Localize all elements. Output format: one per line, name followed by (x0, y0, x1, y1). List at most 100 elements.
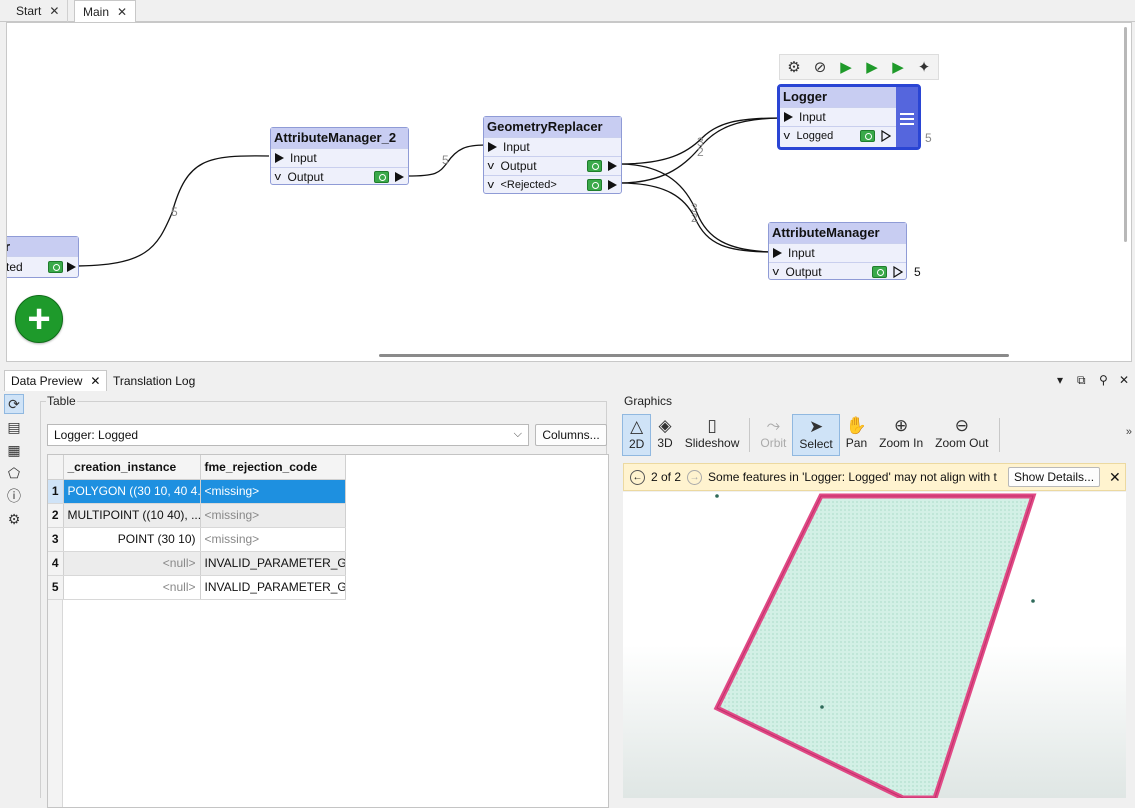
table-row[interactable]: 5 <null> INVALID_PARAMETER_G... (48, 575, 346, 600)
zoom-out-button[interactable]: ⊖ Zoom Out (929, 414, 994, 456)
close-icon[interactable]: ✕ (90, 374, 100, 388)
close-pane-icon[interactable]: ✕ (1119, 373, 1129, 387)
input-port[interactable]: Input (769, 243, 906, 262)
inspect-eye-icon[interactable] (587, 179, 602, 191)
close-icon[interactable]: ✕ (117, 5, 127, 19)
output-port[interactable]: v Output (484, 156, 621, 175)
transformer-partial[interactable]: r ted (7, 236, 79, 278)
table-cell[interactable]: POLYGON ((30 10, 40 4... (63, 479, 201, 504)
transformer-logger[interactable]: Logger Input v Logged (777, 84, 921, 150)
input-port[interactable]: Input (484, 137, 621, 156)
geometry-icon[interactable]: ⬠ (4, 463, 24, 483)
chevron-down-icon[interactable]: ⌵ (514, 428, 522, 441)
vertical-scrollbar[interactable] (1124, 27, 1127, 242)
canvas-area[interactable]: 5 5 3 2 3 2 r ted AttributeManager_2 Inp… (7, 23, 1117, 348)
table-cell[interactable]: INVALID_PARAMETER_G... (200, 551, 346, 576)
chevron-down-icon[interactable]: v (274, 171, 281, 183)
inspect-eye-icon[interactable] (374, 171, 389, 183)
previous-notice-icon[interactable]: ← (630, 469, 645, 485)
output-arrow-icon[interactable] (67, 262, 76, 272)
orbit-button[interactable]: ⤳ Orbit (754, 414, 792, 456)
column-header[interactable]: _creation_instance (63, 455, 201, 480)
transformer-attributemanager-2[interactable]: AttributeManager_2 Input v Output (270, 127, 409, 185)
tab-translation-log[interactable]: Translation Log (107, 370, 201, 391)
toolbar-overflow-icon[interactable]: » (1126, 426, 1132, 438)
output-arrow-icon[interactable] (608, 180, 617, 190)
view-3d-button[interactable]: ◈ 3D (651, 414, 678, 456)
disable-icon[interactable]: ⊘ (810, 57, 830, 77)
output-port[interactable]: v Output (271, 167, 408, 186)
pin-icon[interactable]: ⚲ (1099, 373, 1108, 387)
table-cell[interactable]: POINT (30 10) (63, 527, 201, 552)
tab-main[interactable]: Main ✕ (74, 0, 137, 23)
graphics-view[interactable] (623, 492, 1126, 798)
table-cell[interactable]: MULTIPOINT ((10 40), ... (63, 503, 201, 528)
table-cell[interactable]: <missing> (200, 479, 346, 504)
workspace-canvas[interactable]: 5 5 3 2 3 2 r ted AttributeManager_2 Inp… (6, 22, 1132, 362)
gear-icon[interactable]: ⚙ (784, 57, 804, 77)
zoom-in-button[interactable]: ⊕ Zoom In (873, 414, 929, 456)
table-icon[interactable]: ▦ (4, 440, 24, 460)
table-cell[interactable]: <missing> (200, 503, 346, 528)
show-details-button[interactable]: Show Details... (1008, 467, 1101, 487)
run-just-this-icon[interactable]: ▶ (888, 57, 908, 77)
table-cell[interactable]: <null> (63, 575, 201, 600)
output-arrow-icon[interactable] (893, 266, 903, 278)
run-to-this-icon[interactable]: ▶ (836, 57, 856, 77)
close-icon[interactable]: ✕ (1109, 469, 1121, 486)
tab-data-preview[interactable]: Data Preview ✕ (4, 370, 108, 391)
chevron-down-icon[interactable]: v (487, 179, 494, 191)
chevron-down-icon[interactable]: v (487, 160, 494, 172)
point-feature[interactable] (820, 705, 824, 709)
add-transformer-button[interactable]: + (15, 295, 63, 343)
point-feature[interactable] (715, 494, 719, 498)
float-pane-icon[interactable]: ⧉ (1077, 373, 1086, 388)
table-row[interactable]: 1 POLYGON ((30 10, 40 4... <missing> (48, 479, 346, 504)
feature-cache-selector[interactable]: Logger: Logged ⌵ (47, 424, 529, 446)
table-cell[interactable]: INVALID_PARAMETER_G... (200, 575, 346, 600)
table-row[interactable]: 2 MULTIPOINT ((10 40), ... <missing> (48, 503, 346, 528)
transformer-attributemanager[interactable]: AttributeManager Input v Output (768, 222, 907, 280)
close-icon[interactable]: ✕ (49, 4, 59, 18)
next-notice-icon[interactable]: → (687, 469, 703, 485)
sparkle-icon[interactable]: ✦ (914, 57, 934, 77)
table-cell[interactable]: <null> (63, 551, 201, 576)
table-row[interactable]: 3 POINT (30 10) <missing> (48, 527, 346, 552)
columns-button[interactable]: Columns... (535, 424, 607, 446)
logged-port[interactable]: v Logged (780, 126, 896, 145)
chevron-down-icon[interactable]: v (783, 130, 790, 142)
column-header[interactable]: fme_rejection_code (200, 455, 346, 480)
table-row[interactable]: 4 <null> INVALID_PARAMETER_G... (48, 551, 346, 576)
output-arrow-icon[interactable] (881, 130, 891, 142)
slideshow-button[interactable]: ▯ Slideshow (679, 414, 746, 456)
transformer-geometryreplacer[interactable]: GeometryReplacer Input v Output v <Rejec… (483, 116, 622, 194)
transformer-side-panel[interactable] (896, 87, 918, 147)
inspect-eye-icon[interactable] (48, 261, 63, 273)
run-from-this-icon[interactable]: ▶ (862, 57, 882, 77)
feature-inspect-icon[interactable]: ⟳ (4, 394, 24, 414)
inspect-eye-icon[interactable] (872, 266, 887, 278)
output-port[interactable]: ted (7, 256, 78, 277)
output-arrow-icon[interactable] (608, 161, 617, 171)
point-feature[interactable] (1031, 599, 1035, 603)
chevron-down-icon[interactable]: v (772, 266, 779, 278)
info-icon[interactable]: ⓘ (4, 486, 24, 506)
rejected-port[interactable]: v <Rejected> (484, 175, 621, 194)
inspect-eye-icon[interactable] (587, 160, 602, 172)
horizontal-scrollbar[interactable] (379, 354, 1009, 357)
feature-info-icon[interactable]: ⚙ (4, 509, 24, 529)
input-port[interactable]: Input (271, 148, 408, 167)
table-cell[interactable]: <missing> (200, 527, 346, 552)
inspect-eye-icon[interactable] (860, 130, 875, 142)
pane-menu-icon[interactable]: ▾ (1057, 373, 1063, 387)
output-port[interactable]: v Output (769, 262, 906, 281)
select-button[interactable]: ➤ Select (792, 414, 840, 456)
layout-icon[interactable]: ▤ (4, 417, 24, 437)
input-port[interactable]: Input (780, 107, 896, 126)
polygon-feature[interactable] (713, 493, 1037, 798)
view-2d-button[interactable]: △ 2D (622, 414, 652, 456)
pan-button[interactable]: ✋ Pan (840, 414, 873, 456)
tab-start[interactable]: Start ✕ (8, 0, 69, 22)
output-arrow-icon[interactable] (395, 172, 404, 182)
data-grid[interactable]: _creation_instance fme_rejection_code 1 … (47, 454, 609, 808)
